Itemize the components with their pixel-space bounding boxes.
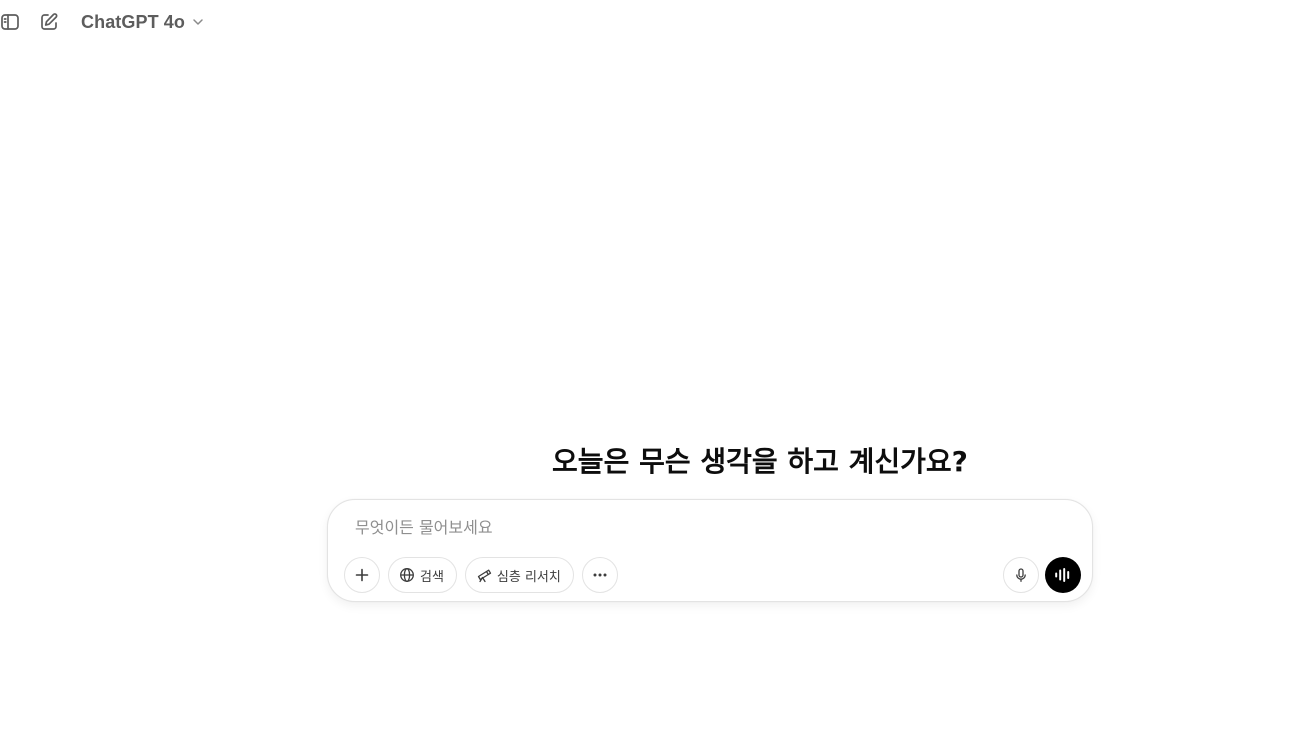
chevron-down-icon xyxy=(193,19,203,25)
add-button[interactable] xyxy=(344,557,380,593)
voice-waveform-icon xyxy=(1055,568,1070,582)
composer-tools: 검색 심층 리서치 xyxy=(344,557,618,593)
top-bar: ChatGPT 4o xyxy=(0,0,1291,44)
more-tools-button[interactable] xyxy=(581,557,618,593)
model-switcher[interactable]: ChatGPT 4o xyxy=(81,10,205,34)
new-chat-button[interactable] xyxy=(35,8,63,36)
voice-mode-button[interactable] xyxy=(1045,557,1081,593)
deep-research-button[interactable]: 심층 리서치 xyxy=(464,557,574,593)
globe-icon xyxy=(400,568,414,582)
dictate-button[interactable] xyxy=(1003,557,1039,593)
sidebar-toggle-icon xyxy=(1,14,19,30)
telescope-icon xyxy=(477,569,492,583)
plus-icon xyxy=(355,568,369,582)
search-button[interactable]: 검색 xyxy=(388,557,457,593)
search-button-label: 검색 xyxy=(420,569,444,585)
composer-actions xyxy=(1003,557,1081,593)
model-name: ChatGPT 4o xyxy=(81,11,186,32)
greeting-heading: 오늘은 무슨 생각을 하고 계신가요? xyxy=(552,445,968,478)
ellipsis-icon xyxy=(593,573,607,577)
new-chat-icon xyxy=(41,13,58,30)
deep-research-button-label: 심층 리서치 xyxy=(496,569,561,585)
microphone-icon xyxy=(1016,568,1026,582)
composer: 검색 심층 리서치 xyxy=(327,499,1093,602)
sidebar-toggle-button[interactable] xyxy=(0,8,24,36)
prompt-input[interactable] xyxy=(355,514,1055,540)
